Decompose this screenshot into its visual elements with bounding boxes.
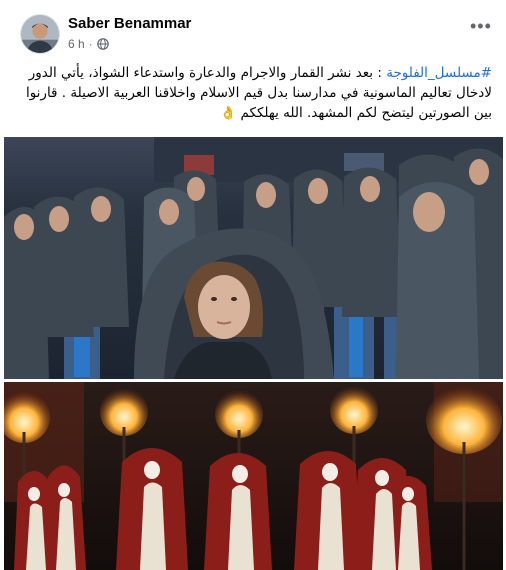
post-photo-students[interactable] — [4, 137, 503, 379]
post-meta: 6 h · — [68, 37, 109, 51]
avatar-image — [21, 15, 59, 53]
meta-separator: · — [88, 37, 93, 51]
facebook-post: Saber Benammar 6 h · ••• #مسلسل_الفلوجة … — [0, 0, 506, 570]
post-time[interactable]: 6 h — [68, 37, 85, 51]
globe-icon[interactable] — [96, 38, 109, 50]
post-header: Saber Benammar 6 h · ••• — [0, 0, 506, 62]
post-photo-ritual[interactable] — [4, 382, 503, 570]
hashtag-link[interactable]: #مسلسل_الفلوجة — [386, 65, 492, 81]
post-text: #مسلسل_الفلوجة : بعد نشر القمار والاجرام… — [16, 63, 492, 124]
avatar[interactable] — [20, 14, 60, 54]
ok-hand-emoji: 👌 — [220, 106, 237, 121]
more-options-icon[interactable]: ••• — [470, 17, 491, 38]
author-name[interactable]: Saber Benammar — [68, 15, 191, 32]
